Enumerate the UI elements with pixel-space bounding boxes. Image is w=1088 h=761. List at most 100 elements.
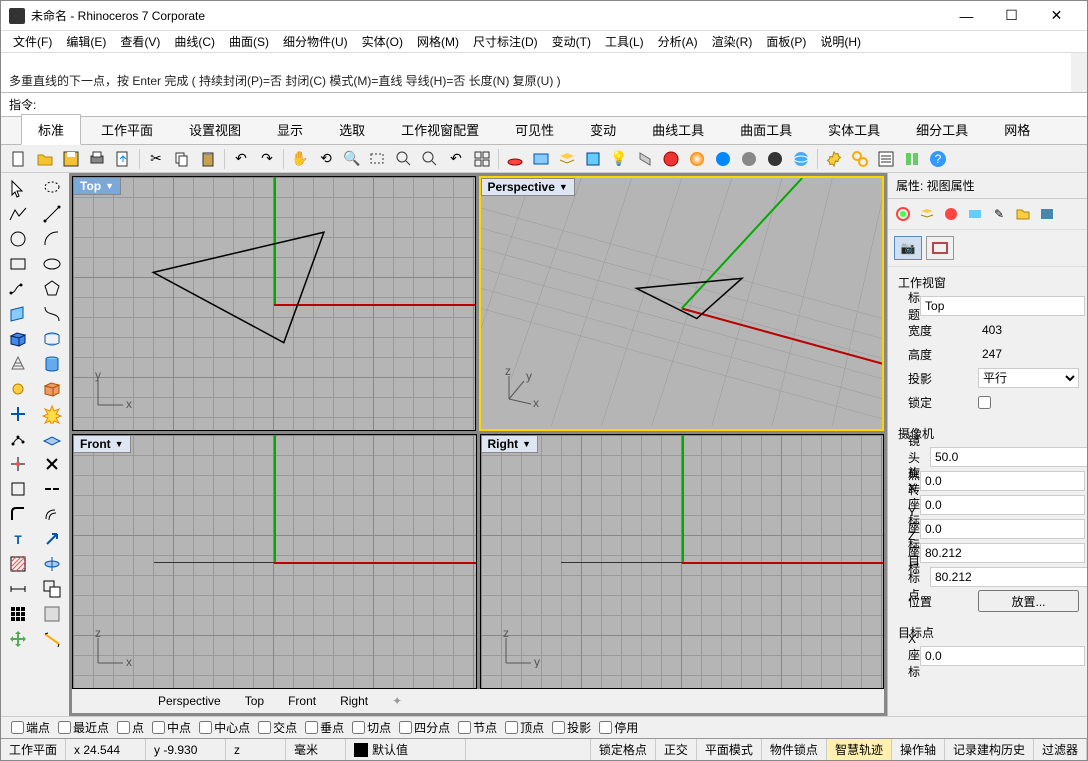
help-tab-icon[interactable] xyxy=(1036,203,1058,225)
points-on-icon[interactable] xyxy=(4,427,32,451)
command-prompt[interactable]: 指令: xyxy=(1,93,1087,117)
show-icon[interactable] xyxy=(763,147,787,171)
menu-surface[interactable]: 曲面(S) xyxy=(223,31,275,52)
viewport-lock-checkbox[interactable] xyxy=(978,396,991,409)
dimension-icon[interactable] xyxy=(4,577,32,601)
hide-icon[interactable] xyxy=(737,147,761,171)
tab-transform[interactable]: 变动 xyxy=(574,115,632,144)
menu-view[interactable]: 查看(V) xyxy=(114,31,166,52)
status-osnap[interactable]: 物件锁点 xyxy=(762,739,827,760)
curve-tool-icon[interactable] xyxy=(4,277,32,301)
menu-tools[interactable]: 工具(L) xyxy=(599,31,650,52)
lasso-icon[interactable] xyxy=(38,177,66,201)
command-history[interactable]: 多重直线的下一点，按 Enter 完成 ( 持续封闭(P)=否 封闭(C) 模式… xyxy=(1,53,1087,93)
extend-icon[interactable] xyxy=(38,302,66,326)
polygon-icon[interactable] xyxy=(38,277,66,301)
osnap-mid[interactable]: 中点 xyxy=(152,719,191,736)
zoom-dynamic-icon[interactable]: 🔍 xyxy=(340,147,364,171)
copy-icon[interactable] xyxy=(170,147,194,171)
osnap-near[interactable]: 最近点 xyxy=(58,719,109,736)
redo-icon[interactable]: ↷ xyxy=(255,147,279,171)
viewport-label-front[interactable]: Front▼ xyxy=(73,435,131,453)
open-icon[interactable] xyxy=(33,147,57,171)
camera-target-dist-input[interactable] xyxy=(930,567,1087,587)
rotate-view-icon[interactable]: ⟲ xyxy=(314,147,338,171)
menu-mesh[interactable]: 网格(M) xyxy=(411,31,465,52)
mesh-prim-icon[interactable] xyxy=(38,377,66,401)
menu-edit[interactable]: 编辑(E) xyxy=(60,31,112,52)
tab-setview[interactable]: 设置视图 xyxy=(173,115,257,144)
osnap-end[interactable]: 端点 xyxy=(11,719,50,736)
menu-panels[interactable]: 面板(P) xyxy=(760,31,812,52)
tab-curvetools[interactable]: 曲线工具 xyxy=(636,115,720,144)
viewport-label-right[interactable]: Right▼ xyxy=(481,435,539,453)
undo-view-icon[interactable]: ↶ xyxy=(444,147,468,171)
target-x-input[interactable] xyxy=(920,646,1085,666)
lightbulb-icon[interactable]: 💡 xyxy=(607,147,631,171)
zoom-extents-all-icon[interactable] xyxy=(418,147,442,171)
polyline-icon[interactable] xyxy=(4,202,32,226)
fillet-icon[interactable] xyxy=(4,502,32,526)
menu-render[interactable]: 渲染(R) xyxy=(706,31,759,52)
minimize-button[interactable]: — xyxy=(944,1,989,30)
camera-x-input[interactable] xyxy=(920,495,1085,515)
gear-tool-icon[interactable] xyxy=(4,377,32,401)
status-ortho[interactable]: 正交 xyxy=(656,739,697,760)
menu-solid[interactable]: 实体(O) xyxy=(356,31,409,52)
surface-icon[interactable] xyxy=(4,302,32,326)
circle-icon[interactable] xyxy=(4,227,32,251)
rectangle-icon[interactable] xyxy=(4,252,32,276)
camera-lens-input[interactable] xyxy=(930,447,1087,467)
import-icon[interactable] xyxy=(111,147,135,171)
object-props-icon[interactable] xyxy=(926,236,954,260)
viewport-top[interactable]: Top▼ xy xyxy=(72,176,476,431)
toolbar-layout-icon[interactable] xyxy=(900,147,924,171)
new-icon[interactable] xyxy=(7,147,31,171)
edge-icon[interactable] xyxy=(4,477,32,501)
cplane-icon[interactable] xyxy=(38,427,66,451)
library-tab-icon[interactable] xyxy=(1012,203,1034,225)
camera-z-input[interactable] xyxy=(920,543,1085,563)
viewport-perspective[interactable]: Perspective▼ xyz xyxy=(479,176,885,431)
save-icon[interactable] xyxy=(59,147,83,171)
tab-standard[interactable]: 标准 xyxy=(21,114,81,145)
render-icon[interactable] xyxy=(659,147,683,171)
viewport-title-input[interactable] xyxy=(920,296,1085,316)
projection-select[interactable]: 平行 xyxy=(978,368,1079,388)
properties-icon[interactable] xyxy=(848,147,872,171)
maximize-button[interactable]: ☐ xyxy=(989,1,1034,30)
trim-icon[interactable] xyxy=(4,452,32,476)
tab-surfacetools[interactable]: 曲面工具 xyxy=(724,115,808,144)
revolve-icon[interactable] xyxy=(38,552,66,576)
camera-place-button[interactable]: 放置... xyxy=(978,590,1079,612)
status-smarttrack[interactable]: 智慧轨迹 xyxy=(827,739,892,760)
viewport-label-perspective[interactable]: Perspective▼ xyxy=(481,178,575,196)
osnap-point[interactable]: 点 xyxy=(117,719,144,736)
vtab-front[interactable]: Front xyxy=(282,692,322,710)
split-icon[interactable] xyxy=(38,477,66,501)
help-icon[interactable]: ? xyxy=(926,147,950,171)
hatch-icon[interactable] xyxy=(4,552,32,576)
viewport-right[interactable]: Right▼ yz xyxy=(480,434,885,689)
solid-box-icon[interactable] xyxy=(4,327,32,351)
zoom-extents-icon[interactable] xyxy=(392,147,416,171)
join-icon[interactable] xyxy=(38,452,66,476)
group-icon[interactable] xyxy=(38,577,66,601)
set-cplane-icon[interactable] xyxy=(503,147,527,171)
tab-subdtools[interactable]: 细分工具 xyxy=(900,115,984,144)
status-gumball[interactable]: 操作轴 xyxy=(892,739,945,760)
text-icon[interactable]: T xyxy=(4,527,32,551)
pointer-icon[interactable] xyxy=(4,177,32,201)
osnap-vertex[interactable]: 顶点 xyxy=(505,719,544,736)
status-planar[interactable]: 平面模式 xyxy=(697,739,762,760)
sun-tab-icon[interactable]: ✎ xyxy=(988,203,1010,225)
ellipse-icon[interactable] xyxy=(38,252,66,276)
vtab-add[interactable]: ✦ xyxy=(386,692,408,710)
four-view-icon[interactable] xyxy=(470,147,494,171)
line-icon[interactable] xyxy=(38,202,66,226)
tab-solidtools[interactable]: 实体工具 xyxy=(812,115,896,144)
zoom-window-icon[interactable] xyxy=(366,147,390,171)
block-icon[interactable] xyxy=(38,602,66,626)
vtab-right[interactable]: Right xyxy=(334,692,374,710)
history-icon[interactable] xyxy=(874,147,898,171)
